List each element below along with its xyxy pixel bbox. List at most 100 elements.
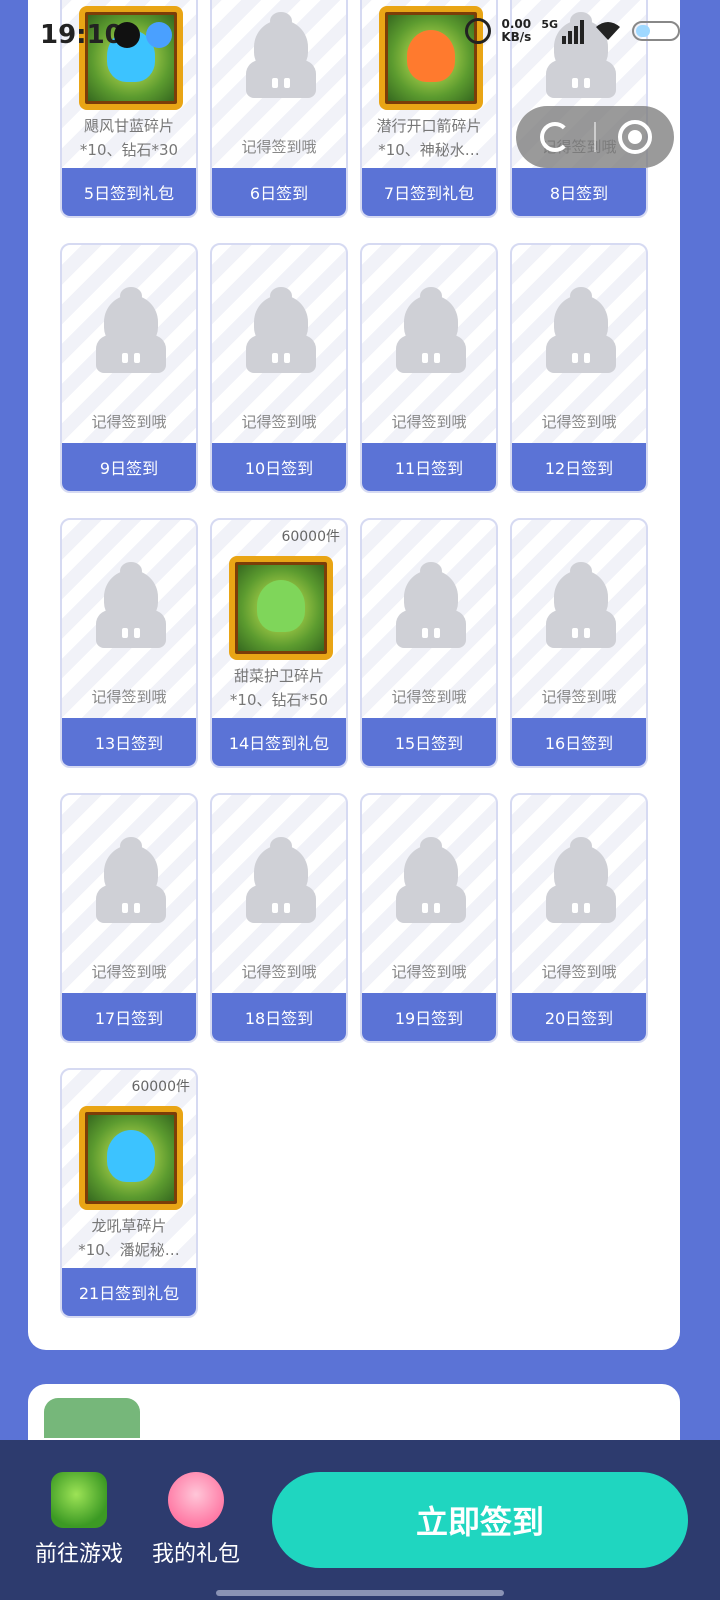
reward-line-1: 甜菜护卫碎片 bbox=[233, 667, 324, 685]
reward-line-2: *10、钻石*30 bbox=[79, 141, 179, 159]
day-label: 11日签到 bbox=[362, 443, 496, 491]
reward-line-1: 龙吼草碎片 bbox=[91, 1217, 167, 1235]
locked-placeholder-icon bbox=[546, 287, 616, 373]
gift-icon bbox=[168, 1472, 224, 1528]
day-label: 6日签到 bbox=[212, 168, 346, 216]
reward-description: 潜行开口箭碎片 *10、神秘水… bbox=[362, 114, 496, 162]
reward-card[interactable]: 记得签到哦 13日签到 bbox=[60, 518, 198, 768]
reward-card[interactable]: 记得签到哦 9日签到 bbox=[60, 243, 198, 493]
reward-card[interactable]: 记得签到哦 12日签到 bbox=[510, 243, 648, 493]
locked-placeholder-icon bbox=[546, 562, 616, 648]
locked-placeholder-icon bbox=[246, 837, 316, 923]
day-label: 19日签到 bbox=[362, 993, 496, 1041]
reward-description: 飓风甘蓝碎片 *10、钻石*30 bbox=[62, 114, 196, 162]
reward-card[interactable]: 记得签到哦 20日签到 bbox=[510, 793, 648, 1043]
day-label: 20日签到 bbox=[512, 993, 646, 1041]
go-game-label: 前往游戏 bbox=[34, 1542, 123, 1567]
go-game-button[interactable]: 前往游戏 bbox=[24, 1472, 134, 1568]
home-indicator bbox=[216, 1590, 504, 1596]
reward-line-1: 潜行开口箭碎片 bbox=[376, 117, 482, 135]
reward-card[interactable]: 记得签到哦 17日签到 bbox=[60, 793, 198, 1043]
reminder-text: 记得签到哦 bbox=[541, 413, 617, 431]
reward-card[interactable]: 60000件龙吼草碎片 *10、潘妮秘… 21日签到礼包 bbox=[60, 1068, 198, 1318]
locked-placeholder-icon bbox=[546, 837, 616, 923]
day-label: 15日签到 bbox=[362, 718, 496, 766]
reminder-text: 记得签到哦 bbox=[391, 413, 467, 431]
wifi-icon bbox=[596, 22, 620, 40]
reward-card[interactable]: 记得签到哦 18日签到 bbox=[210, 793, 348, 1043]
alarm-icon bbox=[465, 18, 492, 44]
target-icon bbox=[618, 120, 652, 154]
reminder-text: 记得签到哦 bbox=[241, 413, 317, 431]
reward-item-icon bbox=[229, 556, 333, 660]
share-button[interactable] bbox=[516, 106, 594, 168]
reward-description: 龙吼草碎片 *10、潘妮秘… bbox=[62, 1214, 196, 1262]
game-icon bbox=[51, 1472, 107, 1528]
network-type: 5G bbox=[541, 18, 558, 31]
locked-placeholder-icon bbox=[396, 837, 466, 923]
reward-line-2: *10、神秘水… bbox=[378, 141, 480, 159]
day-label: 18日签到 bbox=[212, 993, 346, 1041]
close-miniprogram-button[interactable] bbox=[596, 106, 674, 168]
day-label: 13日签到 bbox=[62, 718, 196, 766]
reminder-text: 记得签到哦 bbox=[391, 688, 467, 706]
reward-line-2: *10、钻石*50 bbox=[229, 691, 329, 709]
day-label: 17日签到 bbox=[62, 993, 196, 1041]
reminder-text: 记得签到哦 bbox=[91, 963, 167, 981]
day-label: 8日签到 bbox=[512, 168, 646, 216]
reward-item-icon bbox=[79, 1106, 183, 1210]
tiktok-icon bbox=[114, 22, 140, 48]
reminder-text: 记得签到哦 bbox=[541, 688, 617, 706]
bottom-bar: 前往游戏 我的礼包 立即签到 bbox=[0, 1440, 720, 1600]
day-label: 21日签到礼包 bbox=[62, 1268, 196, 1316]
sign-now-button[interactable]: 立即签到 bbox=[272, 1472, 688, 1568]
day-label: 16日签到 bbox=[512, 718, 646, 766]
day-label: 14日签到礼包 bbox=[212, 718, 346, 766]
my-gifts-button[interactable]: 我的礼包 bbox=[141, 1472, 251, 1568]
reminder-text: 记得签到哦 bbox=[91, 688, 167, 706]
next-section-panel bbox=[28, 1384, 680, 1444]
notification-icons bbox=[114, 22, 172, 48]
reminder-text: 记得签到哦 bbox=[391, 963, 467, 981]
reward-card[interactable]: 记得签到哦 19日签到 bbox=[360, 793, 498, 1043]
locked-placeholder-icon bbox=[96, 837, 166, 923]
plant-icon bbox=[107, 1130, 155, 1182]
stock-count: 60000件 bbox=[131, 1079, 190, 1095]
reminder-text: 记得签到哦 bbox=[541, 963, 617, 981]
reminder-text: 记得签到哦 bbox=[91, 413, 167, 431]
share-icon bbox=[540, 122, 570, 152]
day-label: 5日签到礼包 bbox=[62, 168, 196, 216]
locked-placeholder-icon bbox=[246, 287, 316, 373]
day-label: 9日签到 bbox=[62, 443, 196, 491]
net-speed: 0.00 KB/s bbox=[501, 18, 531, 44]
reward-card[interactable]: 记得签到哦 10日签到 bbox=[210, 243, 348, 493]
battery-icon bbox=[632, 21, 680, 41]
day-label: 7日签到礼包 bbox=[362, 168, 496, 216]
planet-app-icon bbox=[146, 22, 172, 48]
reward-line-1: 飓风甘蓝碎片 bbox=[83, 117, 174, 135]
locked-placeholder-icon bbox=[396, 287, 466, 373]
stock-count: 60000件 bbox=[281, 529, 340, 545]
reminder-text: 记得签到哦 bbox=[241, 138, 317, 156]
status-time: 19:10 bbox=[40, 20, 123, 50]
day-label: 10日签到 bbox=[212, 443, 346, 491]
reminder-text: 记得签到哦 bbox=[241, 963, 317, 981]
status-indicators: 0.00 KB/s 5G bbox=[465, 18, 680, 44]
reward-card[interactable]: 60000件甜菜护卫碎片 *10、钻石*50 14日签到礼包 bbox=[210, 518, 348, 768]
signal-icon: 5G bbox=[541, 18, 584, 44]
locked-placeholder-icon bbox=[396, 562, 466, 648]
plant-icon bbox=[257, 580, 305, 632]
locked-placeholder-icon bbox=[96, 562, 166, 648]
reward-description: 甜菜护卫碎片 *10、钻石*50 bbox=[212, 664, 346, 712]
my-gifts-label: 我的礼包 bbox=[151, 1542, 240, 1567]
status-bar: 19:10 0.00 KB/s 5G bbox=[0, 0, 720, 72]
locked-placeholder-icon bbox=[96, 287, 166, 373]
reward-card[interactable]: 记得签到哦 11日签到 bbox=[360, 243, 498, 493]
reward-line-2: *10、潘妮秘… bbox=[78, 1241, 180, 1259]
day-label: 12日签到 bbox=[512, 443, 646, 491]
miniprogram-capsule bbox=[516, 106, 674, 168]
reward-card[interactable]: 记得签到哦 15日签到 bbox=[360, 518, 498, 768]
net-speed-unit: KB/s bbox=[501, 30, 532, 44]
reward-card[interactable]: 记得签到哦 16日签到 bbox=[510, 518, 648, 768]
game-thumbnail bbox=[44, 1398, 140, 1438]
